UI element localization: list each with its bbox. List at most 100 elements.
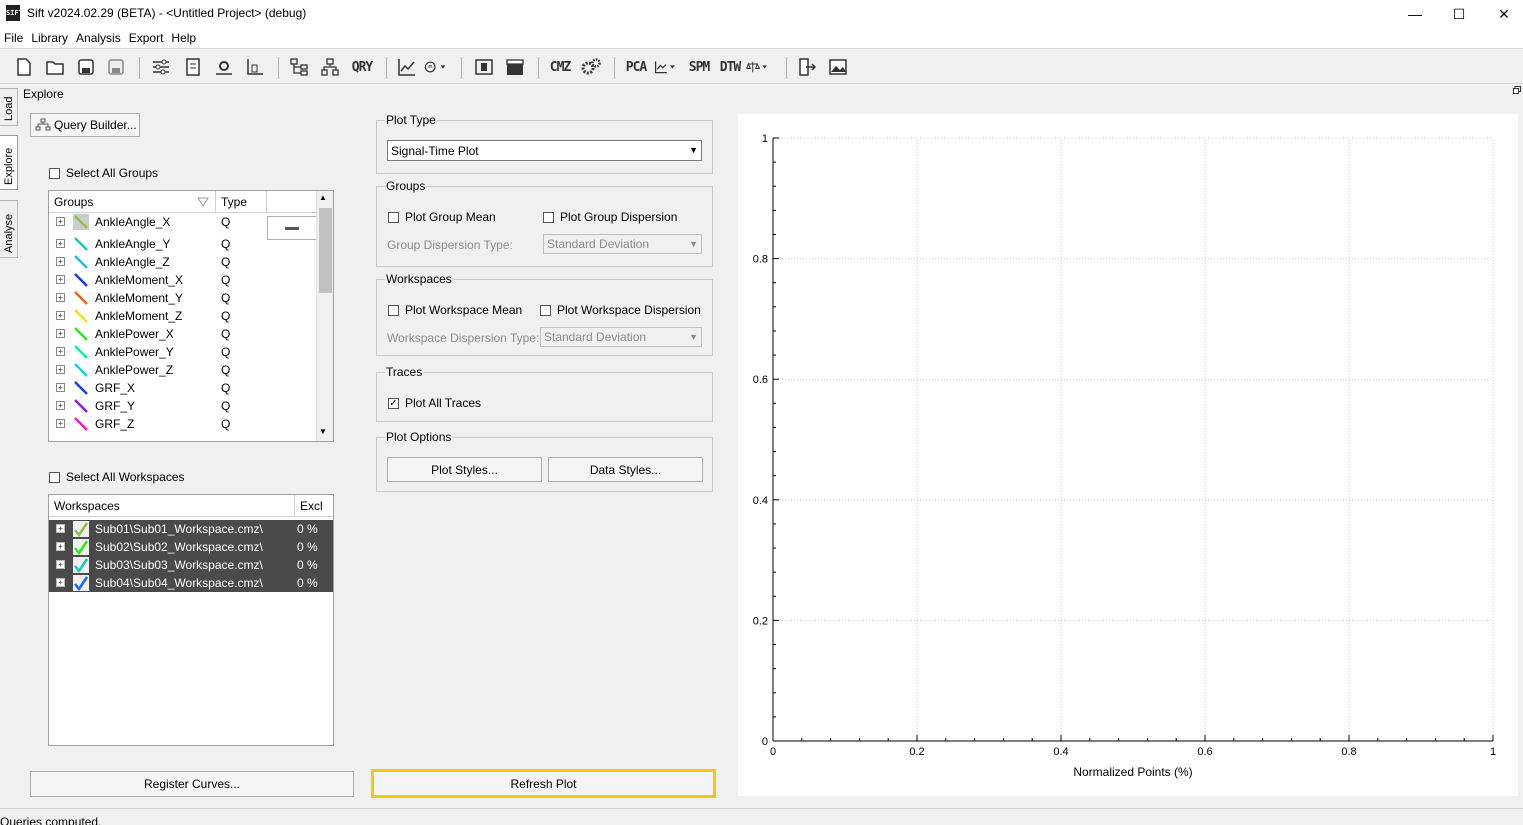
float-panel-icon[interactable] bbox=[1513, 86, 1521, 96]
gears-icon[interactable] bbox=[579, 56, 603, 78]
query-icon[interactable]: QRY bbox=[350, 56, 374, 78]
plot-canvas[interactable]: 0 0.2 0.4 0.6 0.8 1 0 0.2 0.4 0.6 0.8 1 Normalized P… bbox=[738, 114, 1518, 796]
expand-icon[interactable]: + bbox=[56, 257, 65, 266]
close-button[interactable]: ✕ bbox=[1481, 0, 1523, 28]
expand-icon[interactable]: + bbox=[56, 329, 65, 338]
expand-icon[interactable]: + bbox=[56, 401, 65, 410]
tab-explore[interactable]: Explore bbox=[0, 135, 18, 190]
group-dispersion-type-select[interactable]: Standard Deviation ▼ bbox=[543, 234, 702, 254]
cmz-icon[interactable]: CMZ bbox=[548, 56, 572, 78]
table-row[interactable]: + AnklePower_Z Q bbox=[49, 361, 333, 379]
checkmark-icon[interactable] bbox=[73, 521, 89, 537]
filter-dropdown-icon[interactable] bbox=[423, 56, 447, 78]
expand-icon[interactable]: + bbox=[56, 347, 65, 356]
settings-sliders-icon[interactable] bbox=[149, 56, 173, 78]
tab-load[interactable]: Load bbox=[0, 88, 18, 126]
expand-icon[interactable]: + bbox=[56, 542, 65, 551]
plot-workspace-mean-checkbox[interactable]: Plot Workspace Mean bbox=[388, 303, 522, 317]
film-frame-icon[interactable] bbox=[472, 56, 496, 78]
expand-icon[interactable]: + bbox=[56, 383, 65, 392]
table-row[interactable]: + Sub02\Sub02_Workspace.cmz\ 0 % bbox=[49, 538, 333, 556]
table-row[interactable]: + GRF_X Q bbox=[49, 379, 333, 397]
menu-file[interactable]: File bbox=[4, 31, 28, 45]
tree-view-icon[interactable] bbox=[287, 56, 311, 78]
expand-icon[interactable]: + bbox=[56, 311, 65, 320]
table-row[interactable]: + AnkleMoment_Y Q bbox=[49, 289, 333, 307]
plot-group-mean-checkbox[interactable]: Plot Group Mean bbox=[388, 210, 496, 224]
clapperboard-icon[interactable] bbox=[503, 56, 527, 78]
expand-icon[interactable]: + bbox=[56, 419, 65, 428]
plot-workspace-dispersion-checkbox[interactable]: Plot Workspace Dispersion bbox=[540, 303, 701, 317]
plot-type-select[interactable]: Signal-Time Plot ▼ bbox=[387, 140, 702, 161]
trend-dropdown-icon[interactable] bbox=[654, 56, 678, 78]
expand-icon[interactable]: + bbox=[56, 578, 65, 587]
trace-color-icon bbox=[74, 399, 88, 413]
save-icon[interactable] bbox=[74, 56, 98, 78]
new-project-icon[interactable] bbox=[12, 56, 36, 78]
expand-icon[interactable]: + bbox=[56, 293, 65, 302]
expand-icon[interactable]: + bbox=[56, 239, 65, 248]
column-header-type[interactable]: Type bbox=[216, 191, 267, 212]
checkmark-icon[interactable] bbox=[73, 539, 89, 555]
workspace-dispersion-type-select[interactable]: Standard Deviation ▼ bbox=[540, 327, 702, 347]
select-all-groups-checkbox[interactable]: Select All Groups bbox=[49, 166, 158, 180]
table-row[interactable]: + GRF_Z Q bbox=[49, 415, 333, 433]
scroll-thumb[interactable] bbox=[319, 208, 332, 293]
spm-icon[interactable]: SPM bbox=[687, 56, 711, 78]
trace-color-icon bbox=[73, 214, 89, 230]
pca-icon[interactable]: PCA bbox=[624, 56, 648, 78]
column-header-workspaces[interactable]: Workspaces bbox=[49, 495, 295, 516]
refresh-plot-button[interactable]: Refresh Plot bbox=[371, 769, 716, 798]
plot-group-dispersion-checkbox[interactable]: Plot Group Dispersion bbox=[543, 210, 677, 224]
checkmark-icon[interactable] bbox=[73, 575, 89, 591]
register-curves-button[interactable]: Register Curves... bbox=[30, 771, 354, 797]
collapse-button[interactable] bbox=[267, 216, 317, 240]
tab-analyse[interactable]: Analyse bbox=[0, 200, 18, 258]
ruler-chart-icon[interactable] bbox=[243, 56, 267, 78]
save-as-icon[interactable] bbox=[104, 56, 128, 78]
expand-icon[interactable]: + bbox=[56, 217, 65, 226]
open-folder-icon[interactable] bbox=[43, 56, 67, 78]
menu-export[interactable]: Export bbox=[129, 31, 169, 45]
expand-icon[interactable]: + bbox=[56, 524, 65, 533]
scroll-down-icon[interactable]: ▼ bbox=[319, 427, 327, 436]
status-bar: Queries computed. bbox=[0, 808, 1523, 825]
table-row[interactable]: + Sub04\Sub04_Workspace.cmz\ 0 % bbox=[49, 574, 333, 592]
dtw-icon[interactable]: DTW bbox=[718, 56, 742, 78]
minimize-button[interactable]: — bbox=[1392, 0, 1438, 28]
plot-styles-button[interactable]: Plot Styles... bbox=[387, 457, 542, 482]
column-header-groups[interactable]: Groups bbox=[49, 191, 216, 212]
table-row[interactable]: + AnklePower_X Q bbox=[49, 325, 333, 343]
document-settings-icon[interactable] bbox=[181, 56, 205, 78]
scroll-up-icon[interactable]: ▲ bbox=[319, 193, 327, 202]
table-row[interactable]: + AnkleAngle_Z Q bbox=[49, 253, 333, 271]
data-styles-button[interactable]: Data Styles... bbox=[548, 457, 703, 482]
table-row[interactable]: + AnklePower_Y Q bbox=[49, 343, 333, 361]
expand-icon[interactable]: + bbox=[56, 275, 65, 284]
line-chart-icon[interactable] bbox=[395, 56, 419, 78]
table-row[interactable]: + Sub01\Sub01_Workspace.cmz\ 0 % bbox=[49, 520, 333, 538]
table-row[interactable]: + Sub03\Sub03_Workspace.cmz\ 0 % bbox=[49, 556, 333, 574]
expand-icon[interactable]: + bbox=[56, 560, 65, 569]
plot-all-traces-checkbox[interactable]: ✓ Plot All Traces bbox=[388, 396, 481, 410]
select-all-workspaces-checkbox[interactable]: Select All Workspaces bbox=[49, 470, 185, 484]
balance-dropdown-icon[interactable] bbox=[746, 56, 770, 78]
menu-analysis[interactable]: Analysis bbox=[76, 31, 126, 45]
export-image-icon[interactable] bbox=[826, 56, 850, 78]
column-header-excl[interactable]: Excl bbox=[295, 495, 333, 516]
gear-screen-icon[interactable] bbox=[212, 56, 236, 78]
query-builder-button[interactable]: Query Builder... bbox=[30, 113, 140, 137]
expand-icon[interactable]: + bbox=[56, 365, 65, 374]
trace-color-icon bbox=[74, 327, 88, 341]
plot-group-mean-label: Plot Group Mean bbox=[405, 210, 496, 224]
groups-scrollbar[interactable]: ▲ ▼ bbox=[316, 191, 333, 441]
menu-help[interactable]: Help bbox=[171, 31, 201, 45]
menu-library[interactable]: Library bbox=[31, 31, 73, 45]
table-row[interactable]: + AnkleMoment_Z Q bbox=[49, 307, 333, 325]
table-row[interactable]: + GRF_Y Q bbox=[49, 397, 333, 415]
export-icon[interactable] bbox=[795, 56, 819, 78]
hierarchy-icon[interactable] bbox=[318, 56, 342, 78]
checkmark-icon[interactable] bbox=[73, 557, 89, 573]
table-row[interactable]: + AnkleMoment_X Q bbox=[49, 271, 333, 289]
maximize-button[interactable]: ☐ bbox=[1436, 0, 1482, 28]
